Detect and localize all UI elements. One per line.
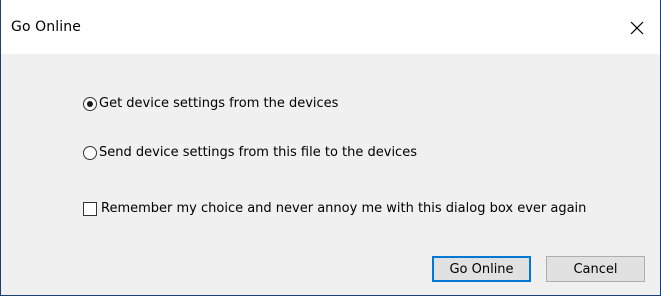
window-title: Go Online xyxy=(11,19,81,35)
get-settings-option[interactable]: Get device settings from the devices xyxy=(83,96,338,111)
go-online-dialog: Go Online Get device settings from the d… xyxy=(0,0,661,296)
go-online-button[interactable]: Go Online xyxy=(432,256,531,282)
send-settings-radio[interactable] xyxy=(83,145,97,160)
close-button[interactable] xyxy=(614,0,660,54)
get-settings-radio[interactable] xyxy=(83,96,97,111)
cancel-button[interactable]: Cancel xyxy=(546,256,645,282)
send-settings-option[interactable]: Send device settings from this file to t… xyxy=(83,145,417,160)
dialog-body: Get device settings from the devices Sen… xyxy=(1,54,660,295)
title-bar[interactable]: Go Online xyxy=(1,0,660,54)
remember-choice-checkbox[interactable] xyxy=(83,201,97,216)
send-settings-label[interactable]: Send device settings from this file to t… xyxy=(99,145,417,160)
remember-choice-option[interactable]: Remember my choice and never annoy me wi… xyxy=(83,201,586,216)
remember-choice-label[interactable]: Remember my choice and never annoy me wi… xyxy=(101,201,586,216)
close-icon xyxy=(630,21,644,35)
get-settings-label[interactable]: Get device settings from the devices xyxy=(99,96,338,111)
